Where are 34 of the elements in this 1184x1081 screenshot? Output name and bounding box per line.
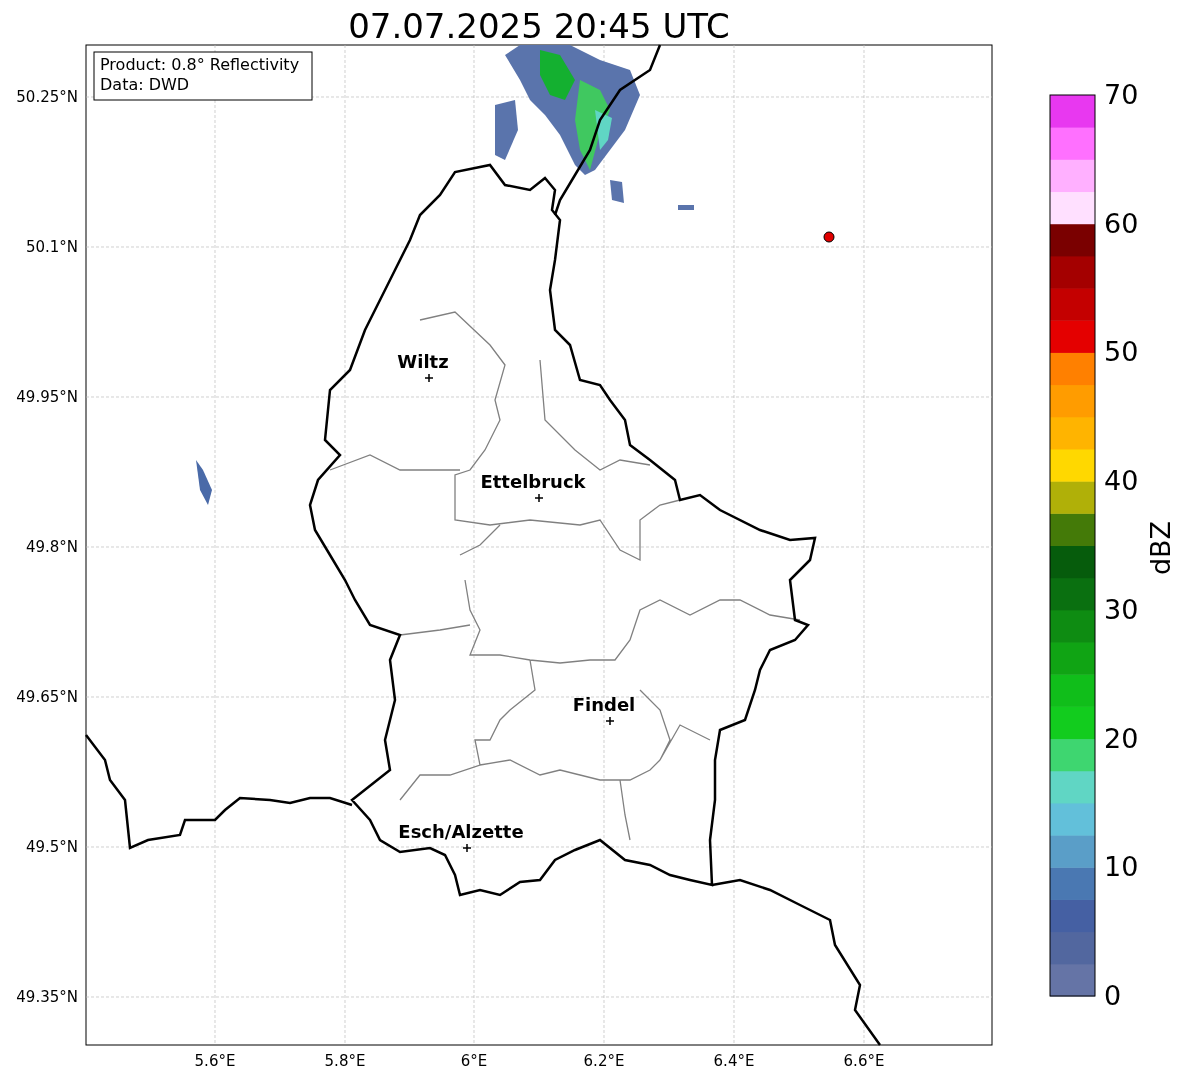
- colorbar-tick-label: 60: [1104, 207, 1139, 239]
- city-label: Ettelbruck: [480, 471, 586, 492]
- latitude-label: 49.5°N: [25, 838, 78, 856]
- longitude-label: 6.4°E: [713, 1052, 755, 1070]
- longitude-label: 6°E: [460, 1052, 488, 1070]
- longitude-label: 6.6°E: [843, 1052, 885, 1070]
- latitude-label: 49.35°N: [16, 988, 78, 1006]
- colorbar-tick-label: 0: [1104, 980, 1122, 1011]
- city-marker-icon: [605, 716, 615, 726]
- city-label: Esch/Alzette: [398, 821, 524, 842]
- colorbar-tick-label: 20: [1104, 722, 1139, 754]
- latitude-label: 49.8°N: [25, 538, 78, 556]
- latitude-label: 49.65°N: [16, 688, 78, 706]
- info-text: Product: 0.8° Reflectivity: [100, 55, 300, 74]
- latitude-label: 50.1°N: [25, 238, 78, 256]
- longitude-label: 6.2°E: [583, 1052, 625, 1070]
- radar-site-marker: [823, 231, 835, 243]
- colorbar-label: dBZ: [1145, 520, 1176, 576]
- latitude-label: 50.25°N: [16, 88, 78, 106]
- info-text: Data: DWD: [100, 75, 190, 94]
- city-marker-icon: [424, 373, 434, 383]
- city-label: Findel: [572, 694, 636, 715]
- colorbar-tick-label: 30: [1104, 593, 1139, 625]
- longitude-label: 5.8°E: [324, 1052, 366, 1070]
- chart-title: 07.07.2025 20:45 UTC: [348, 6, 730, 46]
- colorbar-tick-label: 40: [1104, 465, 1139, 497]
- city-marker-icon: [534, 493, 544, 503]
- colorbar-tick-label: 70: [1104, 79, 1139, 110]
- latitude-label: 49.95°N: [16, 388, 78, 406]
- colorbar-tick-label: 10: [1104, 851, 1139, 883]
- city-marker-icon: [462, 843, 472, 853]
- colorbar-tick-label: 50: [1104, 336, 1139, 368]
- longitude-label: 5.6°E: [194, 1052, 236, 1070]
- city-label: Wiltz: [397, 351, 449, 372]
